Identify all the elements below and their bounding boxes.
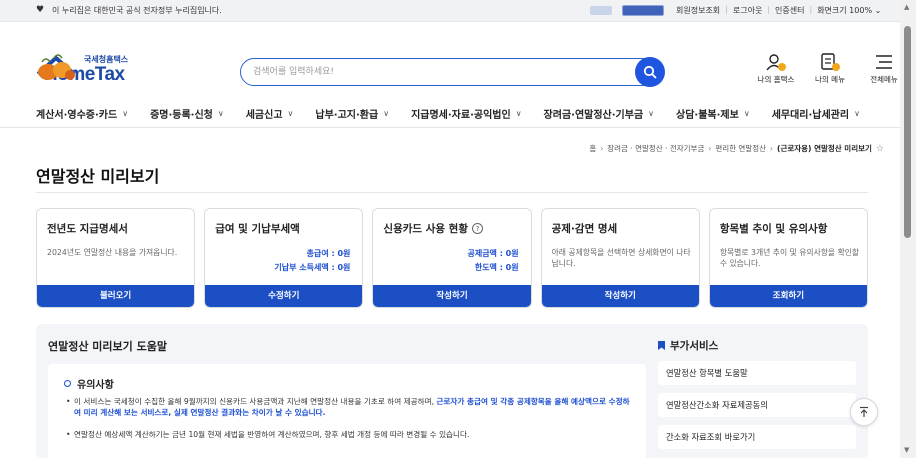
nav-item-agent[interactable]: 세무대리·납세관리 ∨ xyxy=(772,106,860,121)
addon-item-consent[interactable]: 연말정산간소화 자료제공동의 xyxy=(658,393,856,417)
hometax-logo[interactable]: 국세청홈택스 HomeTax xyxy=(36,52,176,94)
page-title: 연말정산 미리보기 xyxy=(36,167,160,186)
main-nav: 계산서·영수증·카드 ∨ 증명·등록·신청 ∨ 세금신고 ∨ 납부·고지·환급 ∨ 지급… xyxy=(0,98,900,128)
nav-item-statements[interactable]: 지급명세·자료·공익법인 ∨ xyxy=(411,106,521,121)
addon-item-lookup[interactable]: 간소화 자료조회 바로가기 xyxy=(658,425,856,449)
scroll-up-icon[interactable]: ▲ xyxy=(904,3,909,11)
card-title: 신용카드 사용 현황? xyxy=(383,221,483,236)
nav-item-payment[interactable]: 납부·고지·환급 ∨ xyxy=(315,106,389,121)
scroll-down-icon[interactable]: ▼ xyxy=(904,446,909,454)
breadcrumb-item[interactable]: 장려금 · 연말정산 · 전자기부금 xyxy=(607,143,704,154)
breadcrumb-current: (근로자용) 연말정산 미리보기 xyxy=(777,144,872,153)
help-section: 연말정산 미리보기 도움말 유의사항 • 이 서비스는 국세청이 수집한 올해 9… xyxy=(36,324,868,458)
cert-center-link[interactable]: 인증센터 xyxy=(775,5,804,16)
nav-item-invoices[interactable]: 계산서·영수증·카드 ∨ xyxy=(36,106,128,121)
chevron-down-icon: ∨ xyxy=(217,109,224,118)
star-icon[interactable]: ☆ xyxy=(876,144,884,154)
korea-flag-icon: ♥ xyxy=(36,5,45,15)
view-button[interactable]: 조회하기 xyxy=(709,285,868,307)
nav-item-year-end[interactable]: 장려금·연말정산·기부금 ∨ xyxy=(544,106,654,121)
breadcrumb-item[interactable]: 편리한 연말정산 xyxy=(715,143,766,154)
circle-bullet-icon xyxy=(64,380,71,387)
all-menu-label: 전체메뉴 xyxy=(870,75,898,84)
nav-item-consulting[interactable]: 상담·불복·제보 ∨ xyxy=(676,106,750,121)
page-scrollbar[interactable]: ▲ ▼ xyxy=(900,0,916,458)
divider xyxy=(36,192,868,193)
deduction-value: 공제금액 : 0원 xyxy=(467,249,519,258)
scroll-top-button[interactable] xyxy=(850,398,878,426)
my-menu-button[interactable]: 나의 메뉴 xyxy=(810,52,850,85)
gov-notice-bar: ♥ 이 누리집은 대한민국 공식 전자정부 누리집입니다. 회원정보조회 | 로그… xyxy=(0,0,900,22)
card-title: 전년도 지급명세서 xyxy=(47,223,128,235)
card-title: 급여 및 기납부세액 xyxy=(215,223,300,235)
card-desc: 2024년도 연말정산 내용을 가져옵니다. xyxy=(47,248,178,257)
card-title: 항목별 추이 및 유의사항 xyxy=(719,223,828,235)
limit-value: 한도액 : 0원 xyxy=(474,263,519,272)
addon-item-help[interactable]: 연말정산 항목별 도움말 xyxy=(658,361,856,385)
my-menu-label: 나의 메뉴 xyxy=(815,75,845,84)
logout-link[interactable]: 로그아웃 xyxy=(733,5,762,16)
nav-item-certificates[interactable]: 증명·등록·신청 ∨ xyxy=(150,106,224,121)
edit-button[interactable]: 수정하기 xyxy=(205,285,363,307)
help-icon[interactable]: ? xyxy=(472,223,483,234)
prepaid-tax-value: 기납부 소득세액 : 0원 xyxy=(274,263,351,272)
notice-box: 유의사항 • 이 서비스는 국세청이 수집한 올해 9월까지의 신용카드 사용금액… xyxy=(48,364,646,458)
help-title: 연말정산 미리보기 도움말 xyxy=(48,340,167,353)
summary-cards: 전년도 지급명세서 2024년도 연말정산 내용을 가져옵니다. 불러오기 급여… xyxy=(36,208,869,308)
card-desc: 아래 공제항목을 선택하면 상세화면이 나타납니다. xyxy=(551,248,691,268)
search-bar xyxy=(240,57,665,87)
utility-links: 회원정보조회 | 로그아웃 | 인증센터 | 화면크기 100% ⌄ xyxy=(676,5,882,16)
card-trends: 항목별 추이 및 유의사항 항목별로 3개년 추이 및 유의사항을 확인할 수 … xyxy=(708,208,869,308)
user-icon xyxy=(766,54,786,71)
notice-title: 유의사항 xyxy=(64,376,114,391)
search-icon xyxy=(643,65,657,79)
card-amounts: 총급여 : 0원 기납부 소득세액 : 0원 xyxy=(274,247,350,275)
card-salary: 급여 및 기납부세액 총급여 : 0원 기납부 소득세액 : 0원 수정하기 xyxy=(204,208,364,308)
card-amounts: 공제금액 : 0원 한도액 : 0원 xyxy=(467,247,518,275)
member-info-link[interactable]: 회원정보조회 xyxy=(676,5,720,16)
search-button[interactable] xyxy=(635,57,665,87)
breadcrumb-home[interactable]: 홈 xyxy=(589,143,596,154)
bookmark-icon xyxy=(658,341,665,350)
write-button[interactable]: 작성하기 xyxy=(373,285,531,307)
chevron-down-icon: ∨ xyxy=(122,109,129,118)
notice-bullet-1: • 이 서비스는 국세청이 수집한 올해 9월까지의 신용카드 사용금액과 지난해… xyxy=(66,397,630,417)
card-credit-card: 신용카드 사용 현황? 공제금액 : 0원 한도액 : 0원 작성하기 xyxy=(372,208,532,308)
addon-services: 부가서비스 연말정산 항목별 도움말 연말정산간소화 자료제공동의 간소화 자료… xyxy=(658,338,856,449)
my-hometax-label: 나의 홈택스 xyxy=(757,75,795,84)
session-extend-button[interactable] xyxy=(622,5,664,16)
my-menu-icon xyxy=(821,53,840,71)
chevron-down-icon: ∨ xyxy=(383,109,390,118)
search-input[interactable] xyxy=(253,64,613,80)
addon-title: 부가서비스 xyxy=(658,338,856,353)
nav-item-tax-report[interactable]: 세금신고 ∨ xyxy=(246,106,294,121)
card-deductions: 공제·감면 명세 아래 공제항목을 선택하면 상세화면이 나타납니다. 작성하기 xyxy=(540,208,700,308)
arrow-up-icon xyxy=(860,406,868,417)
chevron-down-icon: ∨ xyxy=(854,109,860,118)
chevron-down-icon: ∨ xyxy=(648,109,655,118)
header-icons: 나의 홈택스 나의 메뉴 전체메뉴 xyxy=(756,52,904,85)
screen-size-dropdown[interactable]: 화면크기 100% ⌄ xyxy=(817,5,881,16)
scrollbar-thumb[interactable] xyxy=(904,26,911,238)
chevron-down-icon: ∨ xyxy=(743,109,750,118)
chevron-down-icon: ∨ xyxy=(287,109,294,118)
my-hometax-button[interactable]: 나의 홈택스 xyxy=(756,52,796,85)
write-button[interactable]: 작성하기 xyxy=(541,285,699,307)
gov-notice-text: 이 누리집은 대한민국 공식 전자정부 누리집입니다. xyxy=(52,6,222,15)
card-desc: 항목별로 3개년 추이 및 유의사항을 확인할 수 있습니다. xyxy=(719,248,860,268)
notice-bullet-2: • 연말정산 예상세액 계산하기는 금년 10월 현재 세법을 반영하여 계산하였… xyxy=(66,430,470,439)
pumpkin-decoration-icon xyxy=(38,54,75,80)
breadcrumb: 홈 › 장려금 · 연말정산 · 전자기부금 › 편리한 연말정산 › (근로자용) … xyxy=(589,143,884,154)
hamburger-icon xyxy=(876,55,892,69)
load-button[interactable]: 불러오기 xyxy=(37,285,195,307)
card-prev-statement: 전년도 지급명세서 2024년도 연말정산 내용을 가져옵니다. 불러오기 xyxy=(36,208,196,308)
card-title: 공제·감면 명세 xyxy=(551,223,618,235)
total-salary-value: 총급여 : 0원 xyxy=(306,249,351,258)
chevron-down-icon: ∨ xyxy=(515,109,522,118)
all-menu-button[interactable]: 전체메뉴 xyxy=(864,52,904,85)
timer-badge xyxy=(590,6,612,15)
